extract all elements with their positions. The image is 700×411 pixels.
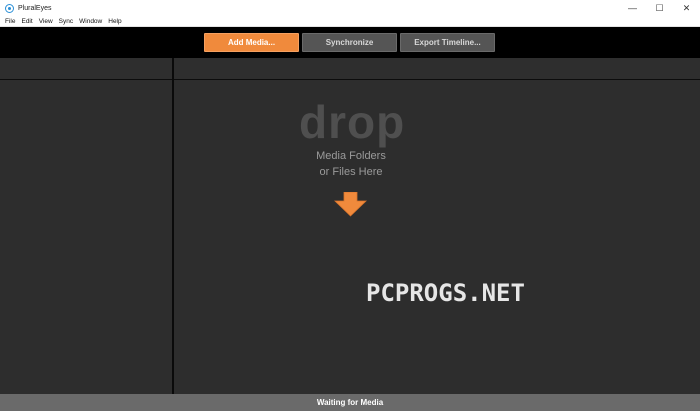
media-list-panel[interactable] — [0, 80, 172, 394]
arrow-down-icon — [334, 192, 367, 217]
drop-instruction-line2: or Files Here — [319, 166, 383, 178]
status-text: Waiting for Media — [316, 398, 384, 407]
title-bar: PluralEyes — ☐ ✕ — [0, 0, 700, 16]
synchronize-button[interactable]: Synchronize — [302, 33, 397, 52]
window-title: PluralEyes — [18, 4, 52, 12]
menu-edit[interactable]: Edit — [18, 18, 35, 25]
drop-instruction-line1: Media Folders — [316, 150, 386, 162]
menu-file[interactable]: File — [0, 18, 18, 25]
toolbar: Add Media... Synchronize Export Timeline… — [0, 27, 700, 58]
maximize-button[interactable]: ☐ — [646, 0, 673, 16]
app-icon — [5, 3, 14, 13]
add-media-button[interactable]: Add Media... — [204, 33, 299, 52]
menu-bar: File Edit View Sync Window Help — [0, 16, 700, 27]
watermark: PCPROGS.NET — [366, 279, 525, 307]
menu-help[interactable]: Help — [105, 18, 124, 25]
timeline-header — [174, 58, 700, 80]
close-button[interactable]: ✕ — [673, 0, 700, 16]
drop-headline: drop — [299, 96, 406, 148]
minimize-button[interactable]: — — [619, 0, 646, 16]
menu-view[interactable]: View — [36, 18, 56, 25]
export-timeline-button[interactable]: Export Timeline... — [400, 33, 495, 52]
left-panel-header — [0, 58, 172, 80]
status-bar: Waiting for Media — [0, 394, 700, 411]
window-controls: — ☐ ✕ — [619, 0, 700, 16]
drop-zone[interactable]: drop Media Folders or Files Here — [174, 80, 700, 394]
menu-window[interactable]: Window — [76, 18, 105, 25]
menu-sync[interactable]: Sync — [56, 18, 76, 25]
